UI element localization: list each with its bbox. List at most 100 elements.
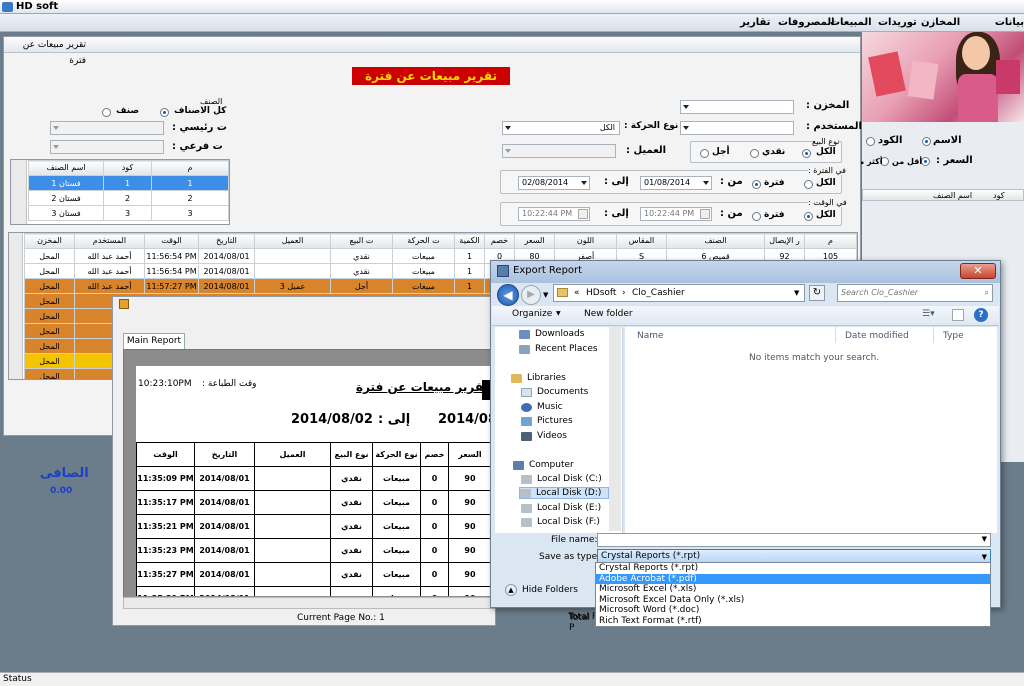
- forward-arrow-icon[interactable]: ▶: [521, 285, 541, 305]
- table-row[interactable]: فستان 333: [28, 205, 229, 221]
- organize-button[interactable]: Organize: [512, 309, 552, 319]
- file-name-input[interactable]: ▼: [597, 533, 991, 547]
- refresh-icon[interactable]: ↻: [809, 285, 825, 301]
- nav-scrollbar[interactable]: [609, 327, 621, 531]
- new-folder-button[interactable]: New folder: [584, 309, 633, 319]
- movement-type-combo[interactable]: الكل: [502, 121, 620, 135]
- back-arrow-icon[interactable]: ◀: [497, 284, 519, 306]
- cell: 3: [151, 205, 229, 221]
- report-row: 11:35:29 PM2014/08/01 نقديمبيعات090: [136, 586, 490, 596]
- nav-computer[interactable]: Computer: [513, 460, 574, 470]
- nav-libraries[interactable]: Libraries: [511, 373, 566, 383]
- menu-main-data[interactable]: بيانات رئيسية: [962, 14, 1024, 46]
- nav-recent-places[interactable]: Recent Places: [519, 344, 598, 354]
- sub-category-combo[interactable]: [50, 140, 164, 154]
- user-combo[interactable]: [680, 121, 794, 135]
- horizontal-scrollbar[interactable]: [123, 597, 495, 609]
- code-radio[interactable]: [866, 137, 875, 146]
- type-option-xls[interactable]: Microsoft Excel (*.xls): [596, 584, 990, 595]
- less-than-label: أقل من: [892, 157, 923, 166]
- nav-documents[interactable]: Documents: [521, 387, 588, 397]
- nav-disk-c[interactable]: Local Disk (C:): [521, 474, 602, 484]
- col-name[interactable]: Name: [637, 331, 664, 341]
- cell: [254, 514, 331, 539]
- libraries-icon: [511, 374, 522, 383]
- cell: 2014/08/01: [194, 586, 255, 596]
- less-than-radio[interactable]: [921, 157, 930, 166]
- search-input[interactable]: Search Clo_Cashier ⌕: [837, 284, 993, 302]
- chevron-down-icon: [683, 126, 689, 130]
- hide-folders-button[interactable]: Hide Folders: [522, 585, 578, 595]
- chevron-up-icon[interactable]: ▲: [505, 584, 517, 596]
- col-code: كود: [993, 191, 1005, 200]
- nav-disk-f[interactable]: Local Disk (F:): [521, 517, 600, 527]
- col-date-modified[interactable]: Date modified: [845, 331, 909, 341]
- date-to-picker[interactable]: 02/08/2014: [518, 176, 590, 190]
- sale-all-radio[interactable]: [802, 149, 811, 158]
- nav-downloads[interactable]: Downloads: [519, 329, 584, 339]
- path-clo-cashier[interactable]: Clo_Cashier: [632, 285, 685, 301]
- nav-label: Recent Places: [535, 344, 598, 354]
- crystal-icon: [119, 299, 129, 309]
- app-titlebar: HD soft: [0, 0, 1024, 14]
- col-header: ت الحركة: [392, 233, 455, 249]
- cell: مبيعات: [372, 466, 421, 491]
- cell: 1: [454, 248, 485, 264]
- report-row: 11:35:27 PM 2014/08/01 نقدي مبيعات 0 90: [136, 562, 490, 587]
- cell: فستان 3: [28, 205, 104, 221]
- export-dialog-title: Export Report: [513, 265, 583, 276]
- current-page: Current Page No.: 1: [297, 613, 385, 623]
- cell: 0: [420, 538, 449, 563]
- period-range-radio[interactable]: [752, 180, 761, 189]
- chevron-down-icon[interactable]: ▼: [794, 285, 799, 301]
- type-option-rtf[interactable]: Rich Text Format (*.rtf): [596, 616, 990, 627]
- help-icon[interactable]: ?: [974, 308, 988, 322]
- menu-supplies[interactable]: توريدات: [878, 14, 917, 32]
- type-option-rpt[interactable]: Crystal Reports (*.rpt): [596, 563, 990, 574]
- nav-pictures[interactable]: Pictures: [521, 416, 573, 426]
- customer-combo[interactable]: [502, 144, 616, 158]
- type-option-xls-data[interactable]: Microsoft Excel Data Only (*.xls): [596, 595, 990, 606]
- category-grid-scrollbar[interactable]: [11, 160, 27, 224]
- single-item-radio[interactable]: [102, 108, 111, 117]
- view-list-icon[interactable]: ☰▾: [922, 309, 935, 319]
- main-category-combo[interactable]: [50, 121, 164, 135]
- time-from-picker[interactable]: 10:22:44 PM: [640, 207, 712, 221]
- preview-pane-icon[interactable]: [952, 309, 964, 321]
- chevron-down-icon: ▼: [556, 310, 561, 317]
- nav-videos[interactable]: Videos: [521, 431, 567, 441]
- close-button[interactable]: ✕: [960, 263, 996, 279]
- col-item-name: اسم الصنف: [933, 191, 973, 200]
- menu-sales[interactable]: المبيعات: [830, 14, 872, 32]
- sale-cash-radio[interactable]: [750, 149, 759, 158]
- sales-grid-scrollbar[interactable]: [9, 233, 23, 379]
- period-all-radio[interactable]: [804, 180, 813, 189]
- history-dropdown-icon[interactable]: ▼: [543, 291, 548, 299]
- menu-expenses[interactable]: المصروفات: [778, 14, 835, 32]
- all-items-radio[interactable]: [160, 108, 169, 117]
- cell: 90: [448, 538, 490, 563]
- nav-music[interactable]: Music: [521, 402, 563, 412]
- store-combo[interactable]: [680, 100, 794, 114]
- table-row[interactable]: فستان 111: [28, 175, 229, 191]
- tab-main-report[interactable]: Main Report: [123, 333, 185, 349]
- date-from-picker[interactable]: 01/08/2014: [640, 176, 712, 190]
- table-row[interactable]: فستان 222: [28, 190, 229, 206]
- menu-stores[interactable]: المخازن: [921, 14, 960, 32]
- time-all-radio[interactable]: [804, 212, 813, 221]
- menu-reports[interactable]: تقارير: [740, 14, 770, 32]
- type-option-pdf[interactable]: Adobe Acrobat (*.pdf): [596, 573, 990, 584]
- user-label: المستخدم :: [806, 121, 862, 132]
- nav-disk-e[interactable]: Local Disk (E:): [521, 503, 601, 513]
- address-bar[interactable]: « HDsoft › Clo_Cashier ▼: [553, 284, 805, 302]
- nav-disk-d[interactable]: Local Disk (D:): [519, 487, 609, 499]
- name-radio[interactable]: [922, 137, 931, 146]
- type-option-doc[interactable]: Microsoft Word (*.doc): [596, 605, 990, 616]
- time-range-radio[interactable]: [752, 212, 761, 221]
- time-to-picker[interactable]: 10:22:44 PM: [518, 207, 590, 221]
- cell: عميل 3: [254, 278, 331, 294]
- sale-credit-radio[interactable]: [700, 149, 709, 158]
- path-hdsoft[interactable]: HDsoft: [586, 285, 616, 301]
- path-root[interactable]: «: [574, 285, 580, 301]
- col-type[interactable]: Type: [943, 331, 964, 341]
